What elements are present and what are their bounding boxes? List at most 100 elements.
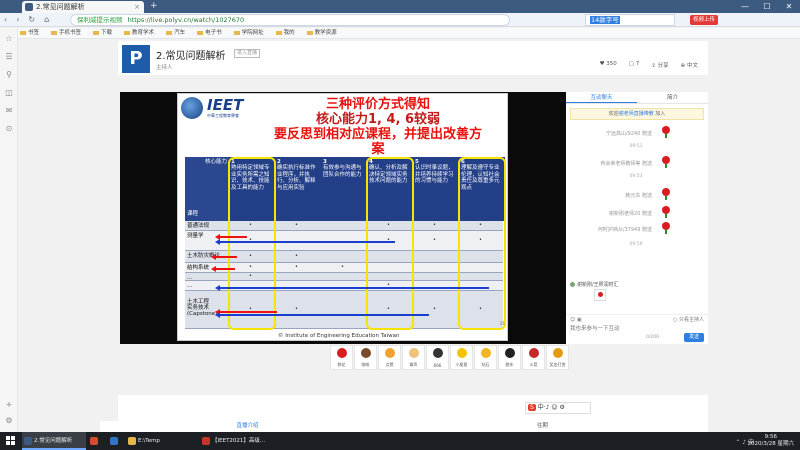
clock-time: 9:56 (764, 434, 777, 440)
folder-icon (124, 30, 131, 35)
taskbar-item[interactable] (108, 432, 126, 450)
gift-button[interactable]: 钻石 (474, 345, 497, 370)
bookmark-item[interactable]: 书签 (20, 28, 39, 38)
gift-icon (481, 348, 491, 358)
gift-time: 09:51 (629, 144, 643, 149)
arrow-red (211, 254, 237, 260)
window-maximize-button[interactable]: ☐ (756, 0, 778, 13)
bookmark-item[interactable]: 下载 (93, 28, 112, 38)
browser-sidebar: ☆ ☰ ⚲ ◫ ✉ ⊙ + ⚙ (0, 28, 18, 432)
video-upload-button[interactable]: 视频上传 (690, 15, 718, 25)
tab-live-intro[interactable]: 直播介绍 (100, 421, 395, 432)
back-icon[interactable]: ‹ (4, 15, 7, 24)
enter-live-button[interactable]: 进入直播 (234, 49, 261, 58)
share-button[interactable]: ⇪ 分享 (651, 61, 668, 69)
bookmark-item[interactable]: 学院网址 (233, 28, 264, 38)
slide-title-line2: 核心能力1, 4, 6较弱 (315, 112, 441, 127)
taskbar-app-icon (90, 437, 98, 445)
system-clock[interactable]: 9:56 2020/3/28 星期六 (748, 434, 794, 448)
gift-button[interactable]: 小星星 (450, 345, 473, 370)
bookmark-item[interactable]: 电子书 (197, 28, 222, 38)
forward-icon[interactable]: › (16, 15, 19, 24)
tab-past[interactable]: 往期 (395, 421, 690, 432)
polyv-logo: P (122, 45, 150, 73)
competency-text: 确实执行标准作业程序，并执行、分析、解释与应用实验 (277, 165, 316, 191)
bookmark-item[interactable]: 我的 (275, 28, 295, 38)
sidebar-icon[interactable]: ☰ (4, 52, 14, 61)
lower-tabs: 直播介绍 往期 (100, 421, 690, 432)
tab-interact-chat[interactable]: 互动聊天 (566, 92, 637, 103)
tab-intro[interactable]: 简介 (637, 92, 708, 103)
taskbar-item[interactable]: 【IEET2021】高级... (200, 432, 270, 450)
highlight-box (366, 157, 414, 330)
chat-char-count: 0/200 (646, 335, 659, 340)
gift-button[interactable]: 点赞 (378, 345, 401, 370)
arrow-red (211, 266, 235, 272)
window-close-button[interactable]: ✕ (778, 0, 800, 13)
gift-icon (409, 348, 419, 358)
browser-search-box[interactable]: 14款字号 (585, 14, 675, 26)
tab-close-icon[interactable]: × (134, 1, 140, 13)
clock-date: 2020/3/28 星期六 (747, 441, 794, 447)
ime-toolbar[interactable]: S 中·♪ ☺ ⚙ (525, 402, 591, 414)
table-dot: • (433, 222, 436, 228)
gift-user: 宁远高山/9240 赠送 (606, 131, 652, 137)
taskbar-item[interactable]: E:\Temp (126, 432, 198, 450)
bookmark-item[interactable]: 手机书签 (51, 28, 81, 38)
sidebar-icon[interactable]: ⊙ (4, 124, 14, 133)
language-select[interactable]: ⊕ 中文 (681, 61, 698, 69)
browser-toolbar: ‹ › ↻ ⌂ 保利威提示视频 https://live.polyv.cn/wa… (0, 13, 800, 27)
send-button[interactable]: 发送 (684, 333, 704, 342)
taskbar-item[interactable]: 2.常见问题解析 (22, 432, 86, 450)
gift-button[interactable]: 奖金打赏 (546, 345, 569, 370)
video-player[interactable]: IEET 中華工程教育學會 三种评价方式得知 核心能力1, 4, 6较弱 要反思… (120, 92, 566, 344)
arrow-red (215, 309, 277, 315)
gift-button[interactable]: 666 (426, 345, 449, 370)
ieet-brand-sub: 中華工程教育學會 (207, 113, 239, 118)
gift-button[interactable]: 掌声 (402, 345, 425, 370)
gift-icon (553, 348, 563, 358)
search-highlight: 14款字号 (590, 16, 620, 24)
gift-button[interactable]: 鲜花 (330, 345, 353, 370)
sidebar-icon[interactable]: ◫ (4, 88, 14, 97)
window-minimize-button[interactable]: — (734, 0, 756, 13)
header-stats: ♥ 350 ▢ 7 ⇪ 分享 ⊕ 中文 (600, 61, 698, 69)
folder-icon (20, 30, 26, 35)
gift-label: 666 (433, 363, 442, 368)
page-title: 2.常见问题解析 (156, 51, 226, 62)
sidebar-icon[interactable]: ⚲ (4, 70, 14, 79)
new-tab-icon[interactable]: + (150, 0, 158, 13)
bookmark-item[interactable]: 教育学术 (124, 28, 154, 38)
sidebar-icon[interactable]: ⚙ (4, 416, 14, 425)
gift-time: 09:53 (629, 174, 643, 179)
bookmark-item[interactable]: 汽车 (166, 28, 185, 38)
likes-count[interactable]: ♥ 350 (600, 61, 617, 69)
slide-title-line3: 要反思到相对应课程，并提出改善方案 (273, 127, 482, 157)
sidebar-icon[interactable]: ✉ (4, 106, 14, 115)
sidebar-icon[interactable]: ☆ (4, 34, 14, 43)
windows-start-icon[interactable] (6, 436, 16, 446)
table-dot: • (295, 222, 298, 228)
browser-tab[interactable]: 2.常见问题解析 × (22, 1, 144, 13)
taskbar-item[interactable] (88, 432, 106, 450)
corner-bottom-label: 课程 (187, 210, 199, 217)
gift-button[interactable]: 咖啡 (354, 345, 377, 370)
emoji-icon[interactable]: ☺ (570, 317, 575, 323)
address-bar[interactable]: 保利威提示视频 https://live.polyv.cn/watch/1027… (70, 14, 510, 26)
gift-label: 奖金打赏 (549, 362, 566, 367)
table-dot: • (433, 306, 436, 312)
arrow-blue (215, 285, 489, 291)
chat-flower-sticker (594, 289, 606, 301)
reload-icon[interactable]: ↻ (28, 15, 35, 24)
folder-icon (93, 30, 100, 35)
gift-button[interactable]: 跑车 (498, 345, 521, 370)
gift-user: 谢新刚老师20 赠送 (609, 211, 652, 217)
sidebar-icon[interactable]: + (4, 400, 14, 409)
gift-button[interactable]: 火箭 (522, 345, 545, 370)
folder-icon (51, 30, 58, 35)
home-icon[interactable]: ⌂ (44, 15, 49, 24)
gift-user: 何时护档从/37949 赠送 (597, 227, 652, 233)
gift-label: 咖啡 (361, 362, 370, 367)
image-icon[interactable]: ▣ (577, 317, 582, 323)
bookmark-item[interactable]: 教学资源 (306, 28, 337, 38)
